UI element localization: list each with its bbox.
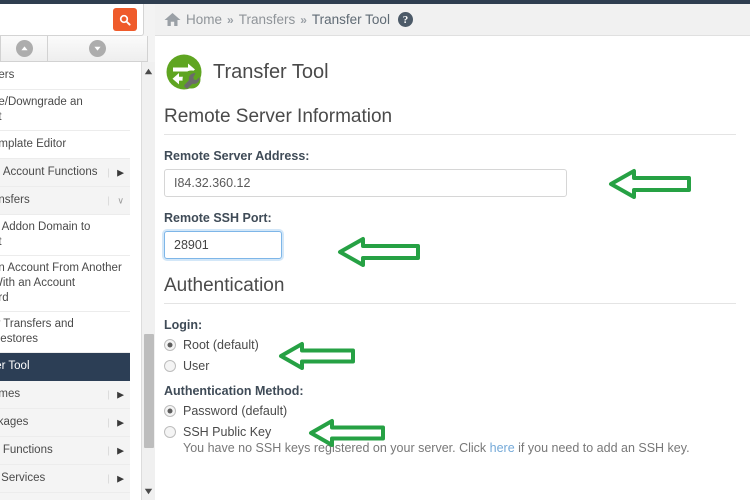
section-heading-remote-server: Remote Server Information xyxy=(164,106,736,135)
sidebar-item[interactable]: emplate Editor xyxy=(0,131,130,159)
radio-login-user-indicator[interactable] xyxy=(164,360,176,372)
chevron-down-circle-icon xyxy=(89,40,106,57)
auth-method-label: Authentication Method: xyxy=(164,384,304,398)
section-heading-authentication: Authentication xyxy=(164,275,736,304)
sidebar-panel: ders de/Downgrade an nt emplate Editor lti … xyxy=(0,4,155,500)
sidebar-item[interactable]: de/Downgrade an nt xyxy=(0,90,130,131)
sidebar-item[interactable]: w Transfers and Restores xyxy=(0,312,130,353)
page-title-row: Transfer Tool xyxy=(164,52,736,92)
sidebar-item-label: w Transfers and Restores xyxy=(0,318,74,345)
search-input[interactable] xyxy=(0,8,97,30)
collapse-all-button[interactable] xyxy=(0,36,48,62)
chevron-right-icon[interactable]: ▶ xyxy=(108,390,124,399)
breadcrumb-home-link[interactable]: Home xyxy=(186,12,222,27)
radio-auth-password-label: Password (default) xyxy=(183,404,288,418)
server-address-input[interactable] xyxy=(164,169,567,197)
radio-login-user[interactable]: User xyxy=(164,359,736,373)
sidebar-item-label: ders xyxy=(0,69,15,81)
ssh-port-label: Remote SSH Port: xyxy=(164,211,272,225)
chevron-right-icon[interactable]: ▶ xyxy=(108,446,124,455)
scroll-up-arrow-icon[interactable] xyxy=(142,64,155,78)
radio-login-user-label: User xyxy=(183,359,210,373)
search-button[interactable] xyxy=(113,8,137,31)
sidebar-menu-list: ders de/Downgrade an nt emplate Editor lti … xyxy=(0,62,130,500)
sidebar-item[interactable]: ansfers ∨ xyxy=(0,187,130,215)
radio-login-root-indicator[interactable] xyxy=(164,339,176,351)
sidebar-item[interactable]: ders xyxy=(0,62,130,90)
breadcrumb-current-page[interactable]: Transfer Tool xyxy=(312,12,390,27)
search-icon xyxy=(119,14,131,26)
radio-auth-sshkey[interactable]: SSH Public Key xyxy=(164,425,736,439)
chevron-right-icon[interactable]: ▶ xyxy=(108,474,124,483)
chevron-right-icon[interactable]: ▶ xyxy=(108,168,124,177)
nav-toolbar xyxy=(0,36,148,62)
app-window: ders de/Downgrade an nt emplate Editor lti … xyxy=(0,0,750,500)
sidebar-item-label: de/Downgrade an nt xyxy=(0,96,83,123)
radio-auth-password-indicator[interactable] xyxy=(164,405,176,417)
chevron-down-icon[interactable]: ∨ xyxy=(108,196,124,205)
sidebar-item-label: L Services xyxy=(1,472,46,484)
main-content: Home » Transfers » Transfer Tool ? Trans… xyxy=(155,4,750,500)
sidebar-item-label: ckages xyxy=(0,416,29,428)
scroll-down-arrow-icon[interactable] xyxy=(142,484,155,498)
sidebar-item-label: an Account From Another With an Account … xyxy=(0,262,122,304)
sidebar-item[interactable]: lti Account Functions ▶ xyxy=(0,159,130,187)
expand-all-button[interactable] xyxy=(48,36,148,62)
sidebar-item-label: fer Tool xyxy=(0,360,30,372)
login-label: Login: xyxy=(164,318,203,332)
ssh-key-hint: You have no SSH keys registered on your … xyxy=(183,441,736,455)
sidebar-item-label: emplate Editor xyxy=(0,138,67,150)
sidebar-item[interactable]: L Services ▶ xyxy=(0,465,130,493)
sidebar-scrollbar[interactable] xyxy=(141,62,155,500)
ssh-key-hint-link[interactable]: here xyxy=(490,441,515,455)
sidebar-item[interactable]: S Functions ▶ xyxy=(0,437,130,465)
chevron-up-circle-icon xyxy=(15,40,33,57)
sidebar-menu-scroll: ders de/Downgrade an nt emplate Editor lti … xyxy=(0,62,148,500)
breadcrumb-transfers-link[interactable]: Transfers xyxy=(239,12,296,27)
chevron-right-icon[interactable]: ▶ xyxy=(108,418,124,427)
ssh-key-hint-before: You have no SSH keys registered on your … xyxy=(183,441,490,455)
sidebar-item[interactable]: an Account From Another With an Account … xyxy=(0,256,130,312)
radio-login-root[interactable]: Root (default) xyxy=(164,338,736,352)
breadcrumb: Home » Transfers » Transfer Tool ? xyxy=(155,4,750,36)
radio-auth-sshkey-label: SSH Public Key xyxy=(183,425,272,439)
page-body: Transfer Tool Remote Server Information … xyxy=(155,36,750,500)
sidebar-item-label: ansfers xyxy=(0,194,30,206)
search-box[interactable] xyxy=(0,4,144,36)
sidebar-item-label: lti Account Functions xyxy=(0,166,98,178)
sidebar-item-label: S Functions xyxy=(2,444,53,456)
sidebar-item-label: rt Addon Domain to nt xyxy=(0,221,91,248)
breadcrumb-separator-2: » xyxy=(300,12,307,27)
sidebar-item[interactable]: fer Tool xyxy=(0,353,130,381)
server-address-label: Remote Server Address: xyxy=(164,149,310,163)
radio-login-root-label: Root (default) xyxy=(183,338,259,352)
help-question-icon[interactable]: ? xyxy=(397,12,413,27)
sidebar-item-label: emes xyxy=(0,388,21,400)
radio-auth-password[interactable]: Password (default) xyxy=(164,404,736,418)
radio-auth-sshkey-indicator[interactable] xyxy=(164,426,176,438)
sidebar-item[interactable]: rt Addon Domain to nt xyxy=(0,215,130,256)
sidebar-item[interactable]: ckages ▶ xyxy=(0,409,130,437)
home-icon[interactable] xyxy=(164,12,181,27)
ssh-key-hint-after: if you need to add an SSH key. xyxy=(514,441,690,455)
sidebar-item[interactable]: Functions▶ xyxy=(0,493,130,500)
sidebar-item[interactable]: emes ▶ xyxy=(0,381,130,409)
transfer-tool-logo-icon xyxy=(164,52,204,92)
sidebar-scrollbar-thumb[interactable] xyxy=(144,334,154,448)
breadcrumb-separator-1: » xyxy=(227,12,234,27)
ssh-port-input[interactable] xyxy=(164,231,282,259)
page-title: Transfer Tool xyxy=(213,60,329,83)
